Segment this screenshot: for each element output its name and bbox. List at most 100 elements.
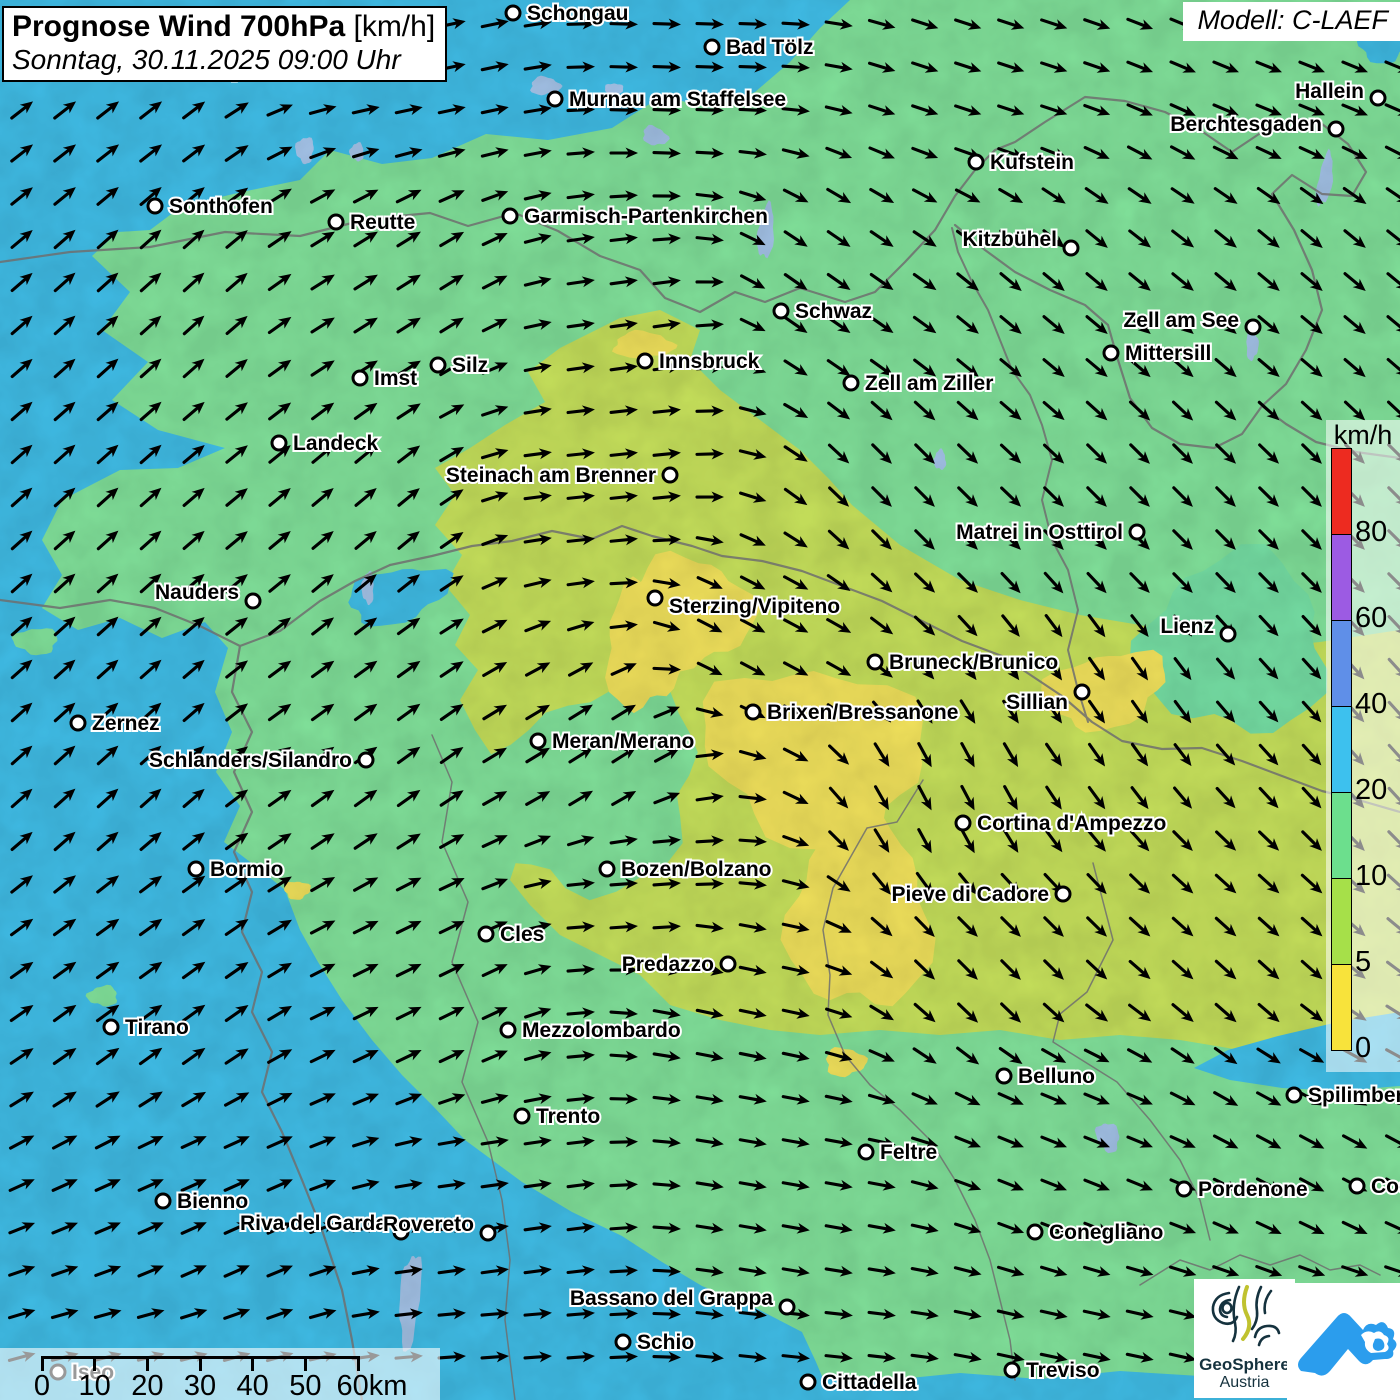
title-unit: [km/h] [353, 10, 435, 43]
city-label: Murnau am Staffelsee [569, 88, 786, 111]
wind-forecast-map-page: SchongauBad TölzKemptenMurnau am Staffel… [0, 0, 1400, 1400]
city-marker [479, 927, 493, 941]
legend-segment [1332, 707, 1351, 793]
scale-bar-tick [357, 1356, 360, 1371]
city-marker [1005, 1363, 1019, 1377]
city-label: Trento [536, 1105, 600, 1128]
city-label: Meran/Merano [552, 730, 694, 753]
scale-bar-tick [199, 1356, 202, 1371]
city-label: Brixen/Bressanone [767, 701, 958, 724]
city-marker [1130, 525, 1144, 539]
scale-bar-label: 60km [337, 1370, 408, 1400]
city-label: Matrei in Osttirol [956, 521, 1123, 544]
city-marker [1287, 1088, 1301, 1102]
city-label: Lienz [1160, 615, 1214, 638]
mountain-cloud-icon [1287, 1283, 1400, 1400]
city-label: Pordenone [1198, 1178, 1308, 1201]
city-marker [780, 1300, 794, 1314]
city-marker [997, 1069, 1011, 1083]
legend-tick-label: 10 [1355, 860, 1387, 893]
city-label: Sonthofen [169, 195, 273, 218]
city-label: Garmisch-Partenkirchen [524, 205, 768, 228]
city-marker [531, 734, 545, 748]
model-box: Modell: C-LAEF [1183, 2, 1400, 41]
city-label: Schio [637, 1331, 694, 1354]
legend-tick-label: 80 [1355, 516, 1387, 549]
city-label: Kufstein [990, 151, 1074, 174]
city-marker [868, 655, 882, 669]
city-marker [104, 1020, 118, 1034]
city-label: Innsbruck [659, 350, 760, 373]
city-marker [746, 705, 760, 719]
legend-segment [1332, 621, 1351, 707]
legend: km/h 80 60 40 20 10 5 0 [1326, 420, 1400, 1072]
title-text: Prognose Wind 700hPa [12, 10, 345, 43]
city-label: Belluno [1018, 1065, 1095, 1088]
city-marker [431, 358, 445, 372]
city-marker [515, 1109, 529, 1123]
scale-bar-tick [41, 1356, 44, 1371]
partner-logo [1287, 1283, 1400, 1400]
city-marker [246, 594, 260, 608]
city-marker [1064, 241, 1078, 255]
city-marker [721, 957, 735, 971]
city-label: Codroipo [1371, 1175, 1400, 1198]
legend-unit-label: km/h [1326, 420, 1400, 451]
city-marker [329, 215, 343, 229]
city-label: Feltre [880, 1141, 937, 1164]
city-label: Spilimbergo [1308, 1084, 1400, 1107]
city-marker [859, 1145, 873, 1159]
city-label: Bassano del Grappa [570, 1287, 773, 1310]
legend-tick-label: 40 [1355, 688, 1387, 721]
city-label: Pieve di Cadore [891, 883, 1049, 906]
wind-map: SchongauBad TölzKemptenMurnau am Staffel… [0, 0, 1400, 1400]
city-marker [1177, 1182, 1191, 1196]
city-label: Mezzolombardo [522, 1019, 681, 1042]
city-marker [705, 40, 719, 54]
scale-bar-label: 10 [79, 1370, 111, 1400]
city-label: Sterzing/Vipiteno [669, 595, 840, 618]
city-marker [1221, 627, 1235, 641]
city-label: Schlanders/Silandro [149, 749, 352, 772]
city-label: Zernez [92, 712, 160, 735]
city-marker [1246, 320, 1260, 334]
geosphere-logo-text: GeoSphere [1194, 1356, 1295, 1374]
scale-bar-label: 30 [184, 1370, 216, 1400]
city-label: Berchtesgaden [1170, 113, 1322, 136]
city-marker [663, 468, 677, 482]
city-marker [189, 862, 203, 876]
scale-bar-tick [304, 1356, 307, 1371]
city-label: Silz [452, 354, 488, 377]
city-marker [648, 591, 662, 605]
city-label: Cortina d'Ampezzo [977, 812, 1166, 835]
legend-tick-label: 0 [1355, 1032, 1371, 1065]
city-marker [548, 92, 562, 106]
city-marker [774, 304, 788, 318]
city-marker [616, 1335, 630, 1349]
city-label: Cles [500, 923, 544, 946]
legend-color-bar [1331, 448, 1352, 1051]
city-label: Bienno [177, 1190, 248, 1213]
page-title: Prognose Wind 700hPa [km/h] [12, 10, 435, 44]
legend-segment [1332, 449, 1351, 535]
city-marker [1075, 685, 1089, 699]
forecast-datetime: Sonntag, 30.11.2025 09:00 Uhr [12, 44, 435, 76]
geosphere-logo-icon [1199, 1279, 1291, 1353]
legend-tick-label: 60 [1355, 602, 1387, 635]
city-marker [359, 753, 373, 767]
city-marker [1329, 122, 1343, 136]
city-marker [1371, 91, 1385, 105]
city-label: Bruneck/Brunico [889, 651, 1058, 674]
city-label: Steinach am Brenner [446, 464, 656, 487]
city-marker [272, 436, 286, 450]
city-label: Riva del Garda [240, 1212, 387, 1235]
legend-tick-label: 5 [1355, 946, 1371, 979]
city-label: Mittersill [1125, 342, 1211, 365]
legend-segment [1332, 965, 1351, 1050]
city-label: Conegliano [1049, 1221, 1163, 1244]
city-label: Bad Tölz [726, 36, 814, 59]
legend-tick-label: 20 [1355, 774, 1387, 807]
city-marker [844, 376, 858, 390]
city-marker [353, 371, 367, 385]
model-label: Modell: C-LAEF [1197, 5, 1388, 35]
